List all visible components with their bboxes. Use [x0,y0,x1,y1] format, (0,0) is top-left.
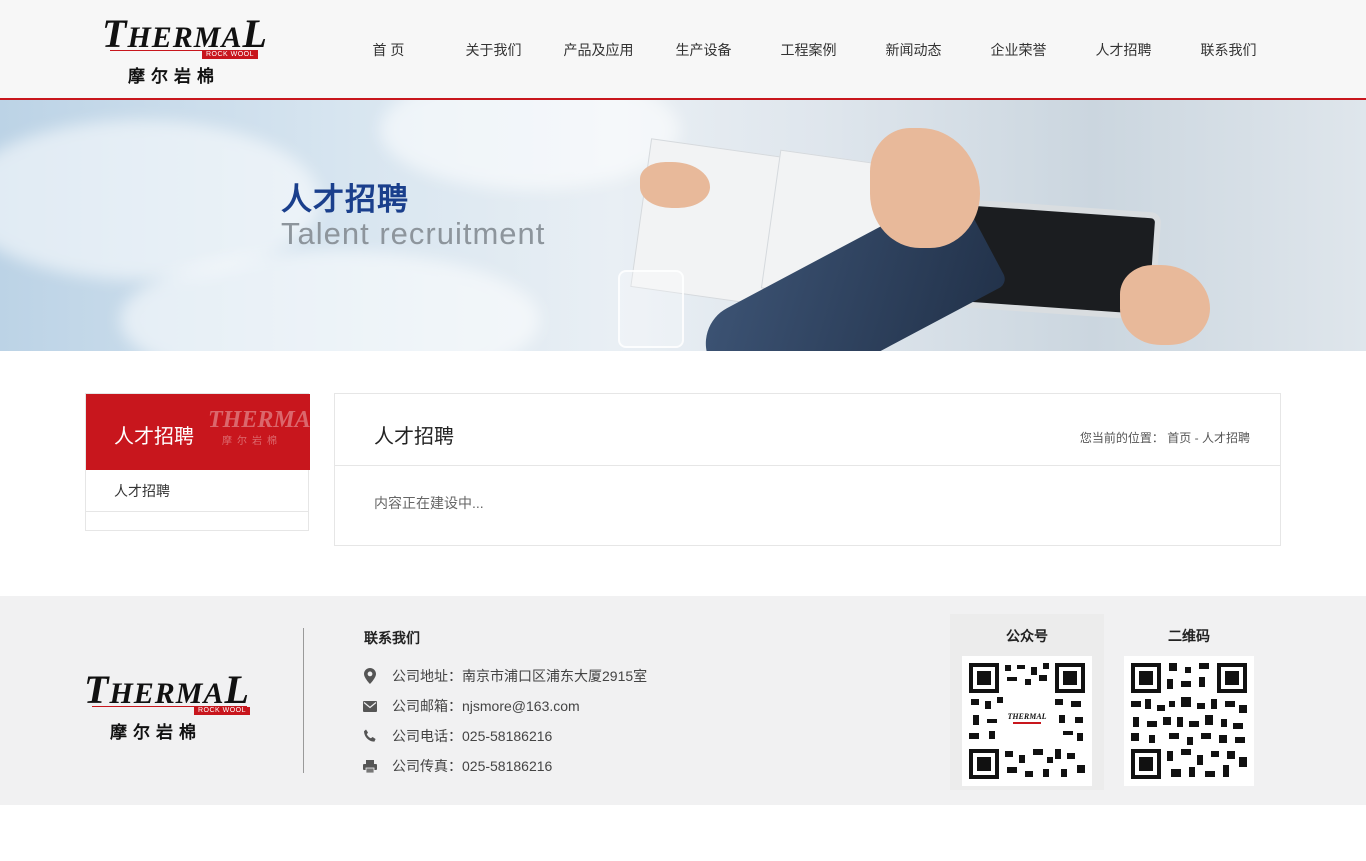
main-nav: 首 页 关于我们 产品及应用 生产设备 工程案例 新闻动态 企业荣誉 人才招聘 … [336,0,1281,100]
nav-about[interactable]: 关于我们 [441,0,546,100]
footer-address-text: 公司地址：南京市浦口区浦东大厦2915室 [392,668,648,684]
breadcrumb-separator: - [1194,431,1199,445]
qr-code-label: 二维码 [1168,628,1210,644]
page-banner: 人才招聘 Talent recruitment [0,100,1366,351]
site-header: THERMAL ROCK WOOL 摩尔岩棉 首 页 关于我们 产品及应用 生产… [0,0,1366,100]
nav-honors[interactable]: 企业荣誉 [966,0,1071,100]
logo-chinese-name: 摩尔岩棉 [128,67,220,87]
footer-fax-text: 公司传真：025-58186216 [392,758,553,774]
qr-code-icon: THERMAL [967,661,1087,781]
banner-subtitle: Talent recruitment [281,216,546,251]
breadcrumb-home[interactable]: 首页 [1167,431,1191,445]
site-logo[interactable]: THERMAL ROCK WOOL 摩尔岩棉 [102,14,267,88]
footer-fax: 公司传真：025-58186216 [362,756,552,776]
sidebar-watermark-cn: 摩尔岩棉 [222,436,282,447]
footer-email: 公司邮箱：njsmore@163.com [362,696,580,716]
nav-contact[interactable]: 联系我们 [1176,0,1281,100]
nav-recruitment[interactable]: 人才招聘 [1071,0,1176,100]
qr-wechat-block: 公众号 THERMAL [950,614,1104,790]
content-panel: 人才招聘 您当前的位置： 首页 - 人才招聘 内容正在建设中... [334,393,1281,546]
nav-cases[interactable]: 工程案例 [756,0,861,100]
content-body-text: 内容正在建设中... [374,495,484,511]
logo-subtitle: ROCK WOOL [201,51,258,59]
location-pin-icon [362,668,378,684]
breadcrumb-current[interactable]: 人才招聘 [1202,431,1250,445]
sidebar-watermark-logo: THERMAL 摩尔岩棉 [208,408,310,447]
qr-code-block: 二维码 [1112,614,1266,786]
content-header: 人才招聘 您当前的位置： 首页 - 人才招聘 [335,394,1280,466]
footer-logo-chinese-name: 摩尔岩棉 [110,723,202,743]
site-footer: THERMAL ROCK WOOL 摩尔岩棉 联系我们 公司地址：南京市浦口区浦… [0,596,1366,805]
page-title: 人才招聘 [374,426,454,448]
svg-text:THERMAL: THERMAL [1007,712,1046,721]
phone-icon [362,728,378,744]
banner-hand [640,162,710,208]
sidebar-item-recruitment[interactable]: 人才招聘 [86,470,308,512]
mail-icon [362,698,378,714]
footer-phone: 公司电话：025-58186216 [362,726,552,746]
nav-home[interactable]: 首 页 [336,0,441,100]
nav-equipment[interactable]: 生产设备 [651,0,756,100]
footer-email-text[interactable]: 公司邮箱：njsmore@163.com [392,696,580,716]
qr-code-image[interactable] [1124,656,1254,786]
sidebar-watermark-word: THERMAL [208,407,310,433]
banner-cloud [380,100,680,190]
banner-title: 人才招聘 [281,182,409,217]
footer-phone-text: 公司电话：025-58186216 [392,728,553,744]
breadcrumb: 您当前的位置： 首页 - 人才招聘 [1080,429,1250,446]
nav-news[interactable]: 新闻动态 [861,0,966,100]
footer-logo[interactable]: THERMAL ROCK WOOL 摩尔岩棉 [84,670,254,743]
qr-wechat-code[interactable]: THERMAL [962,656,1092,786]
qr-wechat-label: 公众号 [1006,628,1048,644]
footer-address: 公司地址：南京市浦口区浦东大厦2915室 [362,666,647,686]
sidebar-header: 人才招聘 THERMAL 摩尔岩棉 [86,394,310,470]
qr-code-icon [1129,661,1249,781]
footer-contact-title: 联系我们 [364,630,420,646]
breadcrumb-prefix: 您当前的位置： [1079,431,1164,445]
banner-handshake [870,128,980,248]
printer-icon [362,758,378,774]
banner-glass [618,270,684,348]
sidebar: 人才招聘 THERMAL 摩尔岩棉 人才招聘 [85,393,310,531]
footer-divider [303,628,304,773]
footer-logo-subtitle: ROCK WOOL [193,707,250,715]
banner-hand [1120,265,1210,345]
nav-products[interactable]: 产品及应用 [546,0,651,100]
sidebar-title: 人才招聘 [114,426,194,448]
